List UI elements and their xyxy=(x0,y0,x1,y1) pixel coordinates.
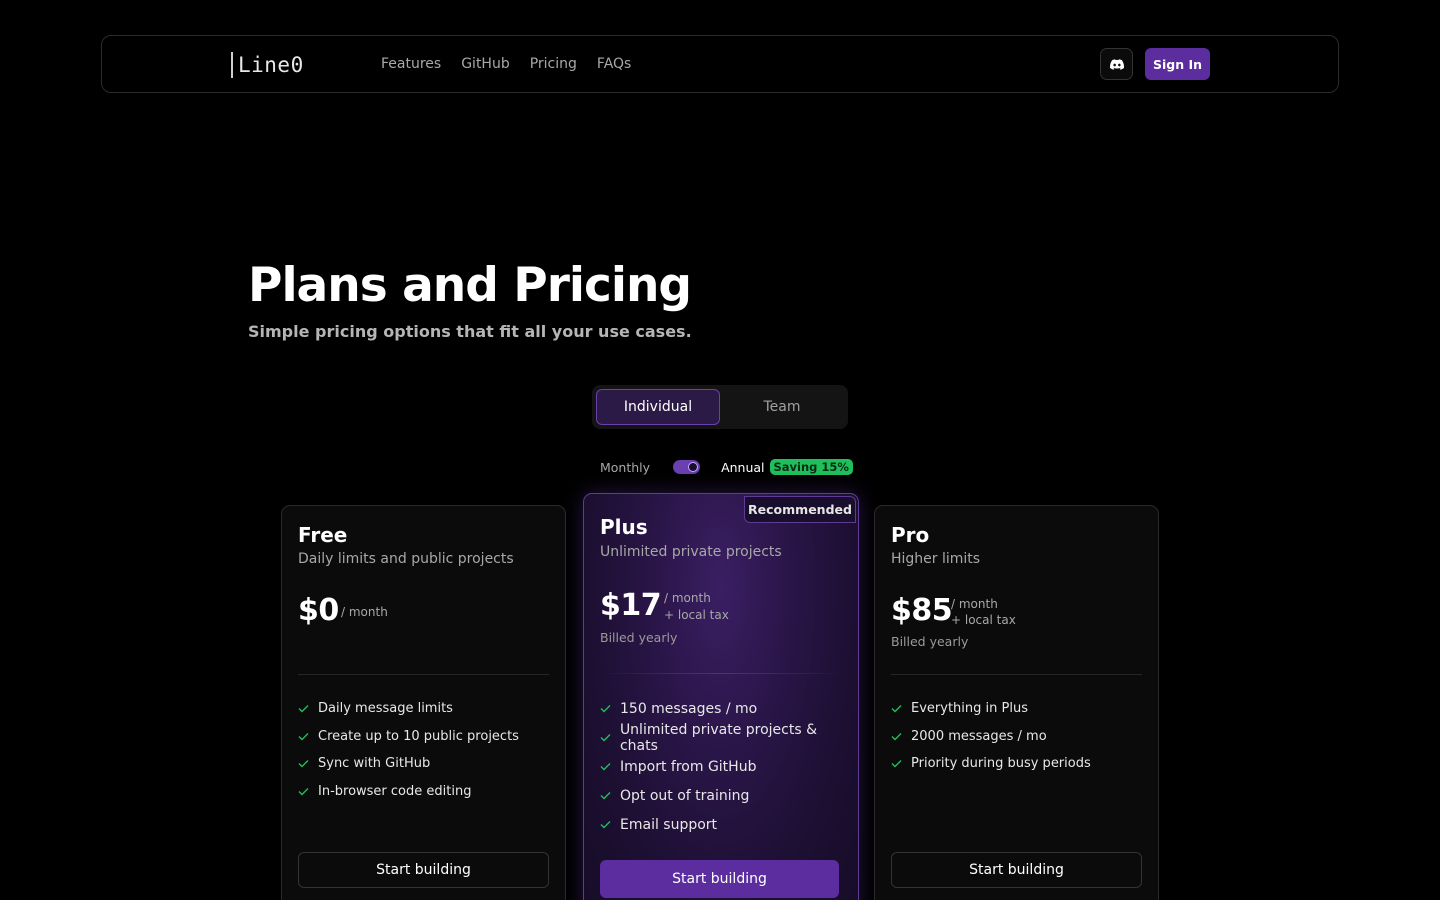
billed-yearly: Billed yearly xyxy=(891,634,969,649)
feature-text: 2000 messages / mo xyxy=(911,728,1047,744)
feature-text: Import from GitHub xyxy=(620,758,757,775)
feature-item: Daily message limits xyxy=(298,695,519,723)
nav-link-faqs[interactable]: FAQs xyxy=(597,54,631,74)
feature-item: 2000 messages / mo xyxy=(891,723,1091,751)
annual-label[interactable]: Annual xyxy=(721,460,764,475)
start-building-button[interactable]: Start building xyxy=(298,852,549,888)
divider xyxy=(600,673,844,674)
feature-text: 150 messages / mo xyxy=(620,700,758,717)
switch-knob xyxy=(688,462,699,472)
check-icon xyxy=(891,730,903,742)
feature-item: Unlimited private projects & chats xyxy=(600,721,858,754)
plan-card-free: Free Daily limits and public projects $0… xyxy=(281,505,566,900)
feature-item: Priority during busy periods xyxy=(891,750,1091,778)
check-icon xyxy=(891,703,903,715)
check-icon xyxy=(298,758,310,770)
feature-item: In-browser code editing xyxy=(298,778,519,806)
feature-text: Email support xyxy=(620,816,718,833)
divider xyxy=(891,674,1142,675)
feature-item: Everything in Plus xyxy=(891,695,1091,723)
check-icon xyxy=(298,703,310,715)
nav-link-pricing[interactable]: Pricing xyxy=(530,54,577,74)
billing-period-toggle: Monthly Annual Saving 15% xyxy=(600,456,853,478)
check-icon xyxy=(600,790,612,802)
plan-name: Pro xyxy=(891,523,930,547)
check-icon xyxy=(600,761,612,773)
discord-icon xyxy=(1109,58,1124,70)
feature-item: 150 messages / mo xyxy=(600,694,858,723)
price-unit: / month xyxy=(664,591,711,605)
feature-list: Daily message limits Create up to 10 pub… xyxy=(298,695,519,805)
plan-type-tabs: Individual Team xyxy=(592,385,848,429)
start-building-button[interactable]: Start building xyxy=(891,852,1142,888)
pricing-page: Line0 Features GitHub Pricing FAQs Sign … xyxy=(0,0,1440,900)
feature-item: Create up to 10 public projects xyxy=(298,723,519,751)
plan-description: Daily limits and public projects xyxy=(298,551,514,567)
discord-button[interactable] xyxy=(1100,48,1133,80)
feature-item: Import from GitHub xyxy=(600,752,858,781)
check-icon xyxy=(891,758,903,770)
billing-switch[interactable] xyxy=(673,460,701,474)
divider xyxy=(298,674,549,675)
price-unit: / month xyxy=(951,597,998,611)
feature-text: Everything in Plus xyxy=(911,701,1028,717)
feature-text: Sync with GitHub xyxy=(318,756,431,772)
logo[interactable]: Line0 xyxy=(231,52,304,78)
feature-list: 150 messages / mo Unlimited private proj… xyxy=(600,694,858,839)
check-icon xyxy=(600,732,612,744)
check-icon xyxy=(600,819,612,831)
monthly-label[interactable]: Monthly xyxy=(600,460,650,475)
check-icon xyxy=(600,703,612,715)
tab-individual[interactable]: Individual xyxy=(596,389,720,425)
plan-price: $85 xyxy=(891,593,953,628)
plan-description: Higher limits xyxy=(891,551,981,567)
navbar: Line0 Features GitHub Pricing FAQs Sign … xyxy=(101,35,1339,93)
price-unit: / month xyxy=(341,605,388,619)
feature-text: Unlimited private projects & chats xyxy=(619,721,818,754)
saving-badge: Saving 15% xyxy=(769,459,853,475)
plan-price: $0 xyxy=(298,593,339,628)
check-icon xyxy=(298,730,310,742)
plan-name: Plus xyxy=(600,515,648,539)
feature-item: Opt out of training xyxy=(600,781,858,810)
tab-team[interactable]: Team xyxy=(720,389,844,425)
page-title: Plans and Pricing xyxy=(248,258,692,313)
feature-list: Everything in Plus 2000 messages / mo Pr… xyxy=(891,695,1091,778)
feature-item: Sync with GitHub xyxy=(298,750,519,778)
feature-text: Priority during busy periods xyxy=(911,756,1091,772)
plan-description: Unlimited private projects xyxy=(600,544,782,560)
plan-name: Free xyxy=(298,523,348,547)
plan-card-plus: Recommended Plus Unlimited private proje… xyxy=(583,493,859,900)
feature-text: Daily message limits xyxy=(318,701,453,717)
sign-in-button[interactable]: Sign In xyxy=(1145,48,1210,80)
feature-item: Email support xyxy=(600,810,858,839)
plan-price: $17 xyxy=(600,588,662,623)
nav-link-github[interactable]: GitHub xyxy=(461,54,510,74)
plan-card-pro: Pro Higher limits $85 / month + local ta… xyxy=(874,505,1159,900)
price-tax: + local tax xyxy=(951,613,1016,627)
page-subtitle: Simple pricing options that fit all your… xyxy=(248,322,692,341)
billed-yearly: Billed yearly xyxy=(600,630,678,645)
start-building-button[interactable]: Start building xyxy=(600,860,839,898)
logo-text: Line0 xyxy=(238,53,304,77)
nav-link-features[interactable]: Features xyxy=(381,54,441,74)
recommended-badge: Recommended xyxy=(744,496,856,523)
logo-bar-icon xyxy=(231,52,233,78)
feature-text: In-browser code editing xyxy=(318,783,472,799)
feature-text: Create up to 10 public projects xyxy=(318,728,519,744)
price-tax: + local tax xyxy=(664,608,729,622)
nav-links: Features GitHub Pricing FAQs xyxy=(381,54,631,74)
feature-text: Opt out of training xyxy=(620,787,750,804)
check-icon xyxy=(298,785,310,797)
